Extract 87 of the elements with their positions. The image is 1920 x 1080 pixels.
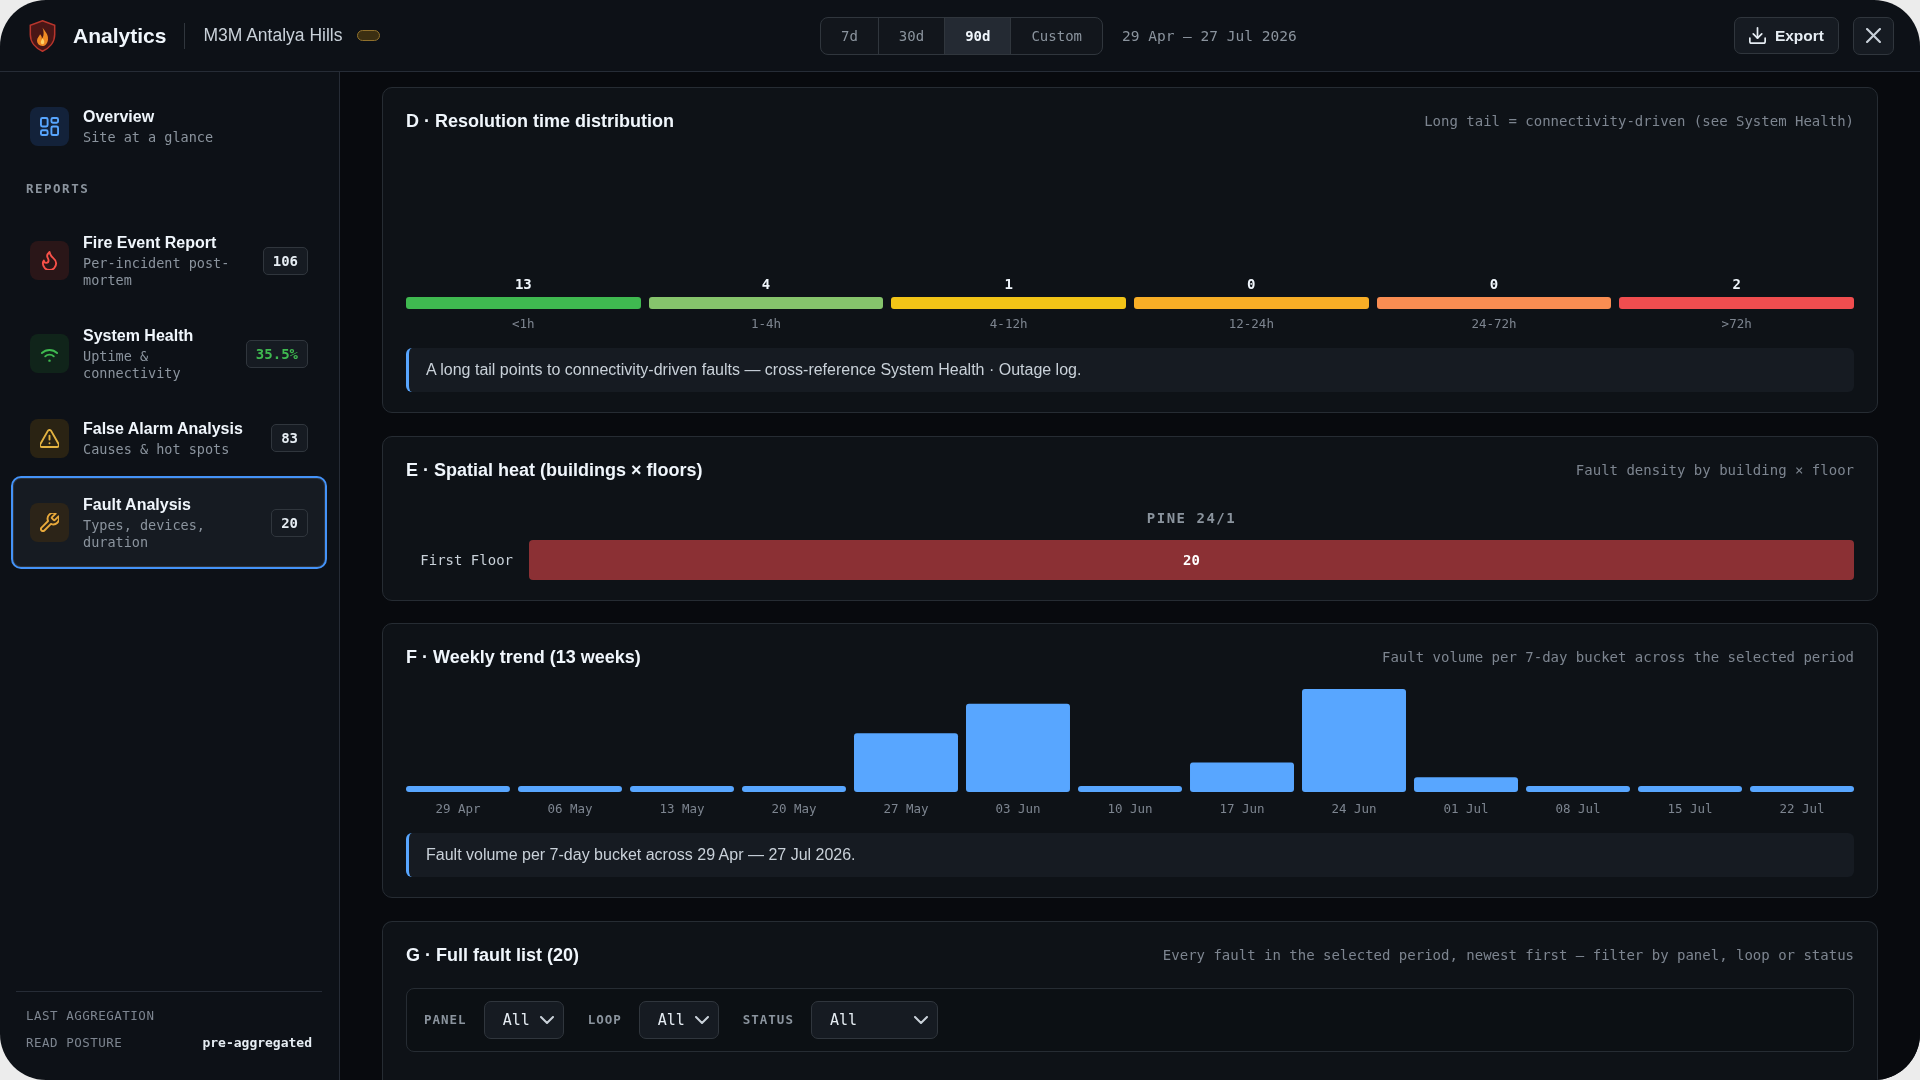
item-subtitle: Types, devices, duration [83,516,206,551]
section-title: E · Spatial heat (buildings × floors) [406,459,703,480]
item-subtitle: Site at a glance [83,128,214,146]
week-label: 20 May [771,801,817,817]
close-button[interactable] [1853,16,1894,55]
sidebar-item[interactable]: Overview Site at a glance [11,88,327,164]
item-subtitle: Uptime & connectivity [83,347,182,382]
week-label: 03 Jun [995,801,1041,817]
section-hint: Fault volume per 7-day bucket across the selected period [1382,648,1854,667]
week-label: 24 Jun [1331,801,1377,817]
count-badge: 106 [262,246,308,275]
footer-value: pre-aggregated [202,1034,312,1052]
layout-icon [30,106,69,146]
column-header: PINE 24/1 [1146,509,1237,526]
chevron-down-icon [694,1015,709,1024]
item-title: Fire Event Report [83,232,217,253]
week-label: 27 May [883,801,929,817]
flame-icon [30,241,69,280]
sidebar-item[interactable]: Fire Event Report Per-incident post-mortem 106 [11,214,327,307]
chevron-down-icon [539,1015,554,1024]
range-tab[interactable]: 90d [944,17,1011,54]
row-label: First Floor [420,551,513,568]
wrench-icon [30,503,69,542]
section-title: D · Resolution time distribution [406,111,674,131]
shield-flame-icon [29,19,56,52]
bucket-count: 2 [1732,275,1741,293]
bucket-label: 4-12h [989,316,1028,332]
week-label: 15 Jul [1667,801,1713,817]
item-title: System Health [83,325,194,346]
sidebar-item[interactable]: Fault Analysis Types, devices, duration 20 [11,476,327,569]
week-label: 10 Jun [1107,801,1153,817]
bucket-count: 1 [1004,275,1013,293]
week-label: 17 Jun [1219,801,1265,817]
filter-label: STATUS [742,1012,794,1027]
wifi-icon [30,334,69,373]
week-label: 08 Jul [1555,801,1601,817]
count-badge: 83 [271,424,308,452]
footer-label: LAST AGGREGATION [26,1007,155,1025]
note-callout: A long tail points to connectivity-driven faults — cross-reference System Health · Outage log. [406,348,1854,392]
bucket-count: 0 [1489,275,1499,293]
filter-label: PANEL [424,1012,467,1027]
sidebar-item[interactable]: False Alarm Analysis Causes & hot spots 83 [11,400,327,476]
week-label: 06 May [547,801,593,817]
download-icon [1748,27,1766,44]
filter-select[interactable]: All [810,1000,938,1039]
filter-select[interactable]: All [638,1000,719,1039]
export-button[interactable]: Export [1733,17,1839,54]
count-badge: 35.5% [245,339,308,368]
date-range: 29 Apr — 27 Jul 2026 [1122,27,1297,44]
filter-label: LOOP [587,1012,622,1027]
bucket-label: 12-24h [1228,316,1274,332]
week-label: 22 Jul [1779,801,1825,817]
item-subtitle: Per-incident post-mortem [83,254,231,289]
bucket-label: 1-4h [750,316,782,332]
section-hint: Every fault in the selected period, newest first — filter by panel, loop or status [1162,945,1854,965]
filter-select[interactable]: All [483,1000,564,1039]
heat-cell: 20 [529,539,1854,580]
section-title: F · Weekly trend (13 weeks) [406,647,641,667]
bucket-count: 13 [514,275,532,293]
item-title: Fault Analysis [83,494,191,515]
note-callout: Fault volume per 7-day bucket across 29 Apr — 27 Jul 2026. [406,833,1854,877]
week-label: 13 May [659,801,705,817]
chevron-down-icon [913,1015,928,1024]
bucket-count: 4 [761,275,771,293]
item-title: False Alarm Analysis [83,418,243,439]
item-subtitle: Causes & hot spots [83,440,230,458]
range-tab[interactable]: Custom [1010,17,1102,54]
week-label: 01 Jul [1443,801,1489,817]
warning-icon [30,418,69,458]
item-title: Overview [83,106,155,127]
bucket-label: 24-72h [1471,316,1517,332]
sidebar-item[interactable]: System Health Uptime & connectivity 35.5% [11,307,327,400]
pill-icon [357,30,381,41]
count-badge: 20 [271,508,308,537]
site-name: M3M Antalya Hills [203,25,343,46]
bucket-label: >72h [1721,316,1752,332]
section-title: G · Full fault list (20) [406,944,579,965]
footer-label: READ POSTURE [26,1034,123,1052]
close-icon [1866,28,1881,43]
app-title: Analytics [73,23,167,48]
section-hint: Fault density by building × floor [1575,460,1854,480]
section-hint: Long tail = connectivity-driven (see System Health) [1424,112,1854,131]
range-tab[interactable]: 7d [821,17,878,54]
bucket-label: <1h [512,316,535,332]
section-label: REPORTS [26,181,90,197]
week-label: 29 Apr [435,801,481,817]
bucket-count: 0 [1247,275,1256,293]
